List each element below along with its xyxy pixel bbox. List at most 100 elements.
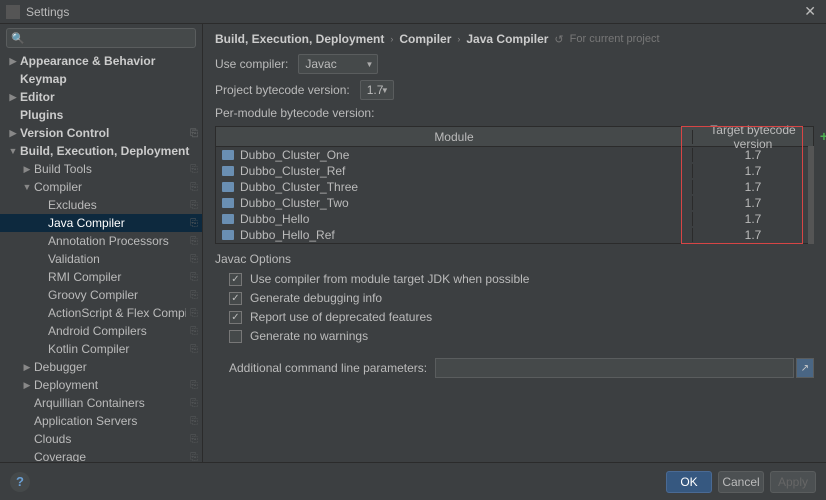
column-target[interactable]: Target bytecode version [693,123,813,151]
sidebar-item-excludes[interactable]: Excludes⎘ [0,196,202,214]
module-icon [222,150,234,160]
sidebar-item-label: Coverage [34,450,186,462]
project-bytecode-label: Project bytecode version: [215,83,350,97]
sidebar-item-java-compiler[interactable]: Java Compiler ⎘ [0,214,202,232]
project-scope-icon: ⎘ [190,434,198,445]
checkbox-debug-info[interactable] [229,292,242,305]
label-debug-info: Generate debugging info [250,291,382,305]
sidebar-item-editor[interactable]: ▶Editor [0,88,202,106]
project-scope-icon: ⎘ [190,344,198,355]
close-icon[interactable]: ✕ [800,3,820,20]
sidebar-item-label: Excludes [48,198,186,212]
target-bytecode-cell[interactable]: 1.7 [693,228,813,242]
project-scope-icon: ⎘ [190,308,198,319]
sidebar-item-coverage[interactable]: Coverage ⎘ [0,448,202,462]
help-icon[interactable]: ? [10,472,30,492]
sidebar-item-deployment[interactable]: ▶Deployment⎘ [0,376,202,394]
module-name: Dubbo_Cluster_Three [240,180,358,194]
target-bytecode-cell[interactable]: 1.7 [693,164,813,178]
project-scope-icon: ⎘ [190,218,198,229]
module-icon [222,214,234,224]
project-scope-icon: ⎘ [190,128,198,139]
breadcrumb-1: Build, Execution, Deployment [215,32,384,46]
breadcrumb: Build, Execution, Deployment › Compiler … [215,32,814,46]
breadcrumb-3: Java Compiler [466,32,548,46]
app-icon [6,5,20,19]
sidebar-item-label: Java Compiler [48,216,186,230]
sidebar-item-build-execution-deployment[interactable]: ▼Build, Execution, Deployment [0,142,202,160]
sidebar-item-version-control[interactable]: ▶Version Control⎘ [0,124,202,142]
cmdline-expand-button[interactable]: ↗ [796,358,814,378]
checkbox-use-module-jdk[interactable] [229,273,242,286]
chevron-right-icon: › [390,34,393,44]
sidebar-item-label: Validation [48,252,186,266]
sidebar-item-label: Build Tools [34,162,186,176]
sidebar-item-application-servers[interactable]: Application Servers⎘ [0,412,202,430]
apply-button[interactable]: Apply [770,471,816,493]
cmdline-label: Additional command line parameters: [229,361,427,375]
module-icon [222,166,234,176]
sidebar-item-arquillian-containers[interactable]: Arquillian Containers⎘ [0,394,202,412]
project-scope-icon: ⎘ [190,452,198,463]
project-scope-icon: ⎘ [190,416,198,427]
checkbox-deprecated[interactable] [229,311,242,324]
sidebar-item-label: Appearance & Behavior [20,54,198,68]
sidebar-item-label: Version Control [20,126,186,140]
sidebar-item-label: RMI Compiler [48,270,186,284]
sidebar-item-plugins[interactable]: Plugins [0,106,202,124]
target-bytecode-cell[interactable]: 1.7 [693,180,813,194]
javac-options-label: Javac Options [215,252,814,266]
table-row[interactable]: Dubbo_Cluster_One1.7 [216,147,813,163]
cmdline-input[interactable] [435,358,794,378]
sidebar-item-debugger[interactable]: ▶Debugger [0,358,202,376]
sidebar-item-groovy-compiler[interactable]: Groovy Compiler⎘ [0,286,202,304]
project-bytecode-select[interactable]: 1.7 ▼ [360,80,394,100]
table-row[interactable]: Dubbo_Cluster_Three 1.7 [216,179,813,195]
sidebar-item-clouds[interactable]: Clouds⎘ [0,430,202,448]
use-compiler-select[interactable]: Javac ▼ [298,54,378,74]
tree-arrow-icon: ▶ [6,92,20,103]
sidebar-item-android-compilers[interactable]: Android Compilers⎘ [0,322,202,340]
project-scope-icon: ⎘ [190,236,198,247]
label-deprecated: Report use of deprecated features [250,310,432,324]
table-row[interactable]: Dubbo_Cluster_Ref 1.7 [216,163,813,179]
search-input[interactable] [6,28,196,48]
sidebar-item-label: Android Compilers [48,324,186,338]
sidebar-item-label: Keymap [20,72,198,86]
column-module[interactable]: Module [216,130,693,144]
chevron-down-icon: ▼ [381,86,389,95]
cancel-button[interactable]: Cancel [718,471,764,493]
sidebar-item-compiler[interactable]: ▼Compiler⎘ [0,178,202,196]
sidebar-item-annotation-processors[interactable]: Annotation Processors⎘ [0,232,202,250]
tree-arrow-icon: ▶ [20,164,34,175]
settings-tree[interactable]: ▶Appearance & BehaviorKeymap▶EditorPlugi… [0,52,202,462]
reset-icon[interactable]: ↺ [554,33,563,46]
project-scope-icon: ⎘ [190,290,198,301]
sidebar-item-appearance-behavior[interactable]: ▶Appearance & Behavior [0,52,202,70]
target-bytecode-cell[interactable]: 1.7 [693,196,813,210]
tree-arrow-icon: ▶ [20,362,34,373]
table-row[interactable]: Dubbo_Cluster_Two1.7 [216,195,813,211]
table-row[interactable]: Dubbo_Hello_Ref1.7 [216,227,813,243]
project-scope-icon: ⎘ [190,398,198,409]
use-compiler-label: Use compiler: [215,57,288,71]
checkbox-no-warnings[interactable] [229,330,242,343]
tree-arrow-icon: ▼ [6,146,20,156]
module-icon [222,182,234,192]
sidebar-item-actionscript-flex-compiler[interactable]: ActionScript & Flex Compiler⎘ [0,304,202,322]
sidebar-item-build-tools[interactable]: ▶Build Tools⎘ [0,160,202,178]
module-name: Dubbo_Cluster_Ref [240,164,345,178]
table-scrollbar[interactable] [808,146,814,244]
sidebar-item-rmi-compiler[interactable]: RMI Compiler⎘ [0,268,202,286]
sidebar-item-validation[interactable]: Validation⎘ [0,250,202,268]
use-compiler-value: Javac [305,57,336,71]
sidebar-item-keymap[interactable]: Keymap [0,70,202,88]
target-bytecode-cell[interactable]: 1.7 [693,212,813,226]
ok-button[interactable]: OK [666,471,712,493]
table-row[interactable]: Dubbo_Hello 1.7 [216,211,813,227]
sidebar-item-label: Deployment [34,378,186,392]
target-bytecode-cell[interactable]: 1.7 [693,148,813,162]
add-module-button[interactable]: + [820,128,826,144]
module-name: Dubbo_Hello [240,212,309,226]
sidebar-item-kotlin-compiler[interactable]: Kotlin Compiler⎘ [0,340,202,358]
